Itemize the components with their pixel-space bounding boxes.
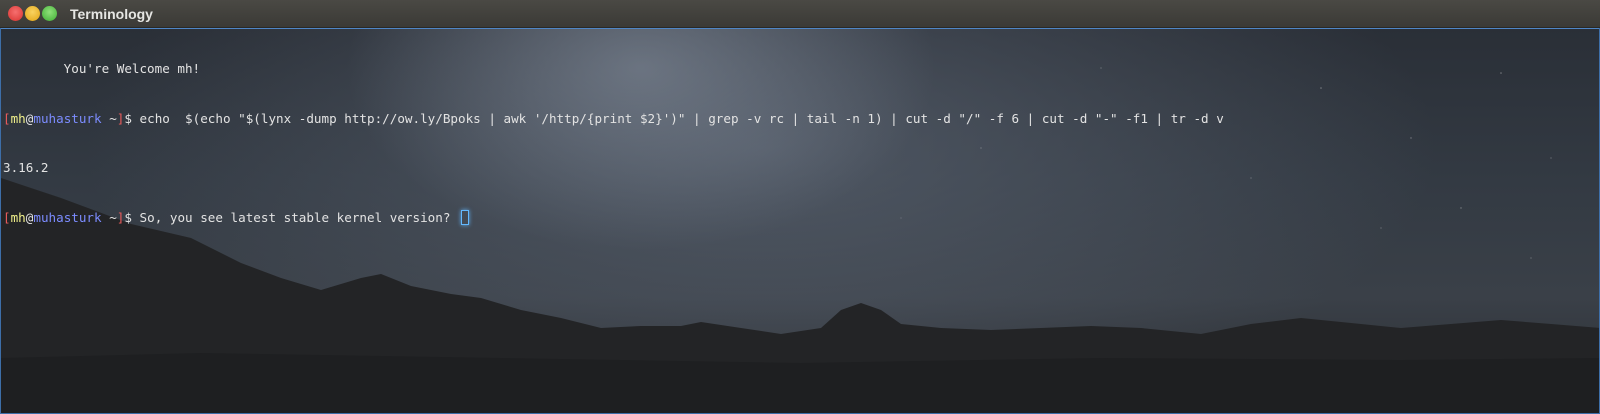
terminal-output: You're Welcome mh! [mh@muhasturk ~]$ ech…	[3, 28, 1597, 259]
window-controls: × − +	[8, 6, 57, 22]
prompt-open-bracket: [	[3, 209, 11, 225]
command-text-1: echo $(echo "$(lynx -dump http://ow.ly/B…	[139, 110, 1224, 126]
title-bar[interactable]: × − + Terminology	[0, 0, 1600, 28]
prompt-dollar: $	[124, 110, 140, 126]
welcome-line: You're Welcome mh!	[3, 61, 201, 76]
prompt-host: muhasturk	[33, 209, 102, 225]
prompt-open-bracket: [	[3, 110, 11, 126]
terminal-area[interactable]: You're Welcome mh! [mh@muhasturk ~]$ ech…	[0, 28, 1600, 414]
close-window-button[interactable]: ×	[8, 6, 23, 21]
command-line-1: [mh@muhasturk ~]$ echo $(echo "$(lynx -d…	[3, 111, 1597, 128]
text-cursor[interactable]	[461, 209, 469, 225]
command-line-2: [mh@muhasturk ~]$ So, you see latest sta…	[3, 209, 1597, 227]
maximize-window-button[interactable]: +	[42, 6, 57, 21]
prompt-user: mh	[10, 110, 26, 126]
prompt-dollar: $	[124, 209, 140, 225]
scrollbar[interactable]	[1592, 32, 1597, 408]
window-title: Terminology	[70, 6, 153, 22]
minimize-window-button[interactable]: −	[25, 6, 40, 21]
command-text-2: So, you see latest stable kernel version…	[139, 209, 458, 225]
prompt-user: mh	[10, 209, 26, 225]
output-line-1: 3.16.2	[3, 160, 49, 175]
prompt-path: ~	[101, 209, 117, 225]
terminal-window: × − + Terminology You	[0, 0, 1600, 414]
prompt-path: ~	[101, 110, 117, 126]
prompt-host: muhasturk	[33, 110, 102, 126]
